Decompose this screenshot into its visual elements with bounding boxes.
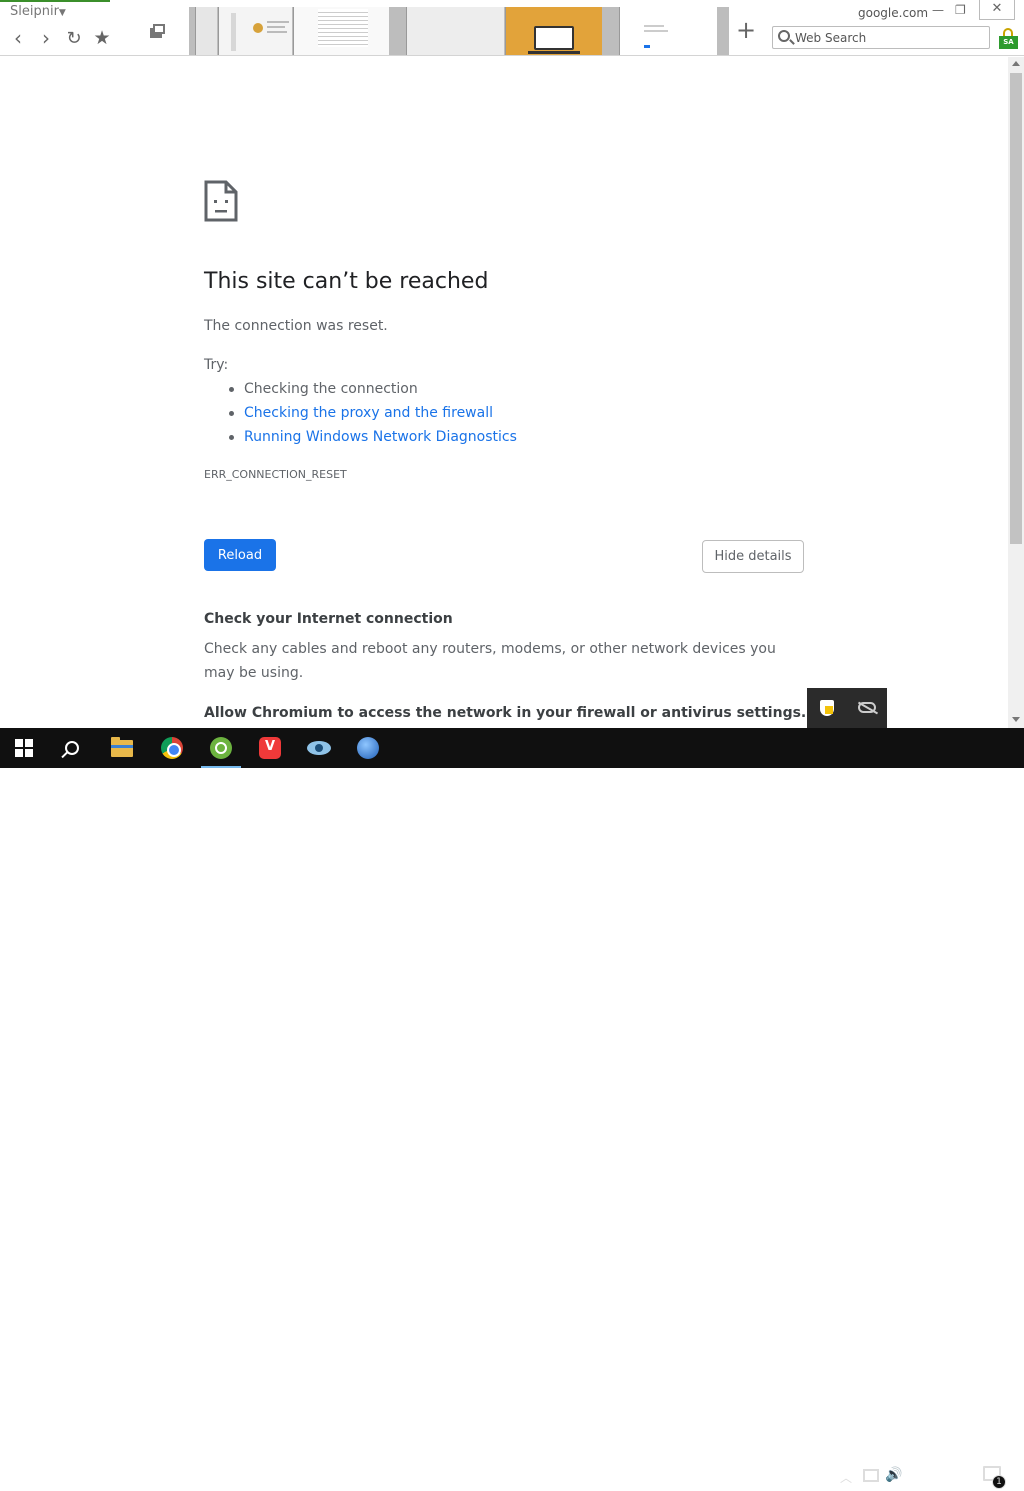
sleipnir-icon xyxy=(210,737,232,759)
eye-icon xyxy=(307,741,331,755)
security-shield-icon[interactable] xyxy=(820,700,834,716)
system-clock[interactable]: 3:19 PM 6/29/2022 xyxy=(906,1459,970,1491)
tab-list-icon-front xyxy=(153,24,165,34)
thumbnail-text-block xyxy=(318,9,368,47)
restore-button[interactable]: ❐ xyxy=(955,3,966,17)
plus-icon: + xyxy=(736,16,757,44)
sad-document-icon xyxy=(204,180,238,222)
page-content: This site can’t be reached The connectio… xyxy=(0,57,1008,728)
page-title: This site can’t be reached xyxy=(204,269,489,294)
taskbar-chrome[interactable] xyxy=(148,728,196,768)
error-code: ERR_CONNECTION_RESET xyxy=(204,468,347,481)
back-button[interactable]: ‹ xyxy=(8,26,28,50)
taskbar: ︿ 🔊 3:19 PM 6/29/2022 1 xyxy=(0,728,1024,1489)
suggestion-item: Checking the connection xyxy=(229,379,517,403)
web-search-box[interactable] xyxy=(772,26,990,49)
taskbar-eye-app[interactable] xyxy=(295,728,343,768)
suggestion-link-proxy-firewall[interactable]: Checking the proxy and the firewall xyxy=(229,403,517,427)
thumbnail-button xyxy=(644,45,650,48)
app-name: Sleipnir xyxy=(10,4,59,19)
bookmark-button[interactable]: ★ xyxy=(92,26,112,50)
thumbnail-graphic xyxy=(253,23,263,33)
laptop-base xyxy=(528,51,580,54)
notification-count-badge: 1 xyxy=(992,1475,1006,1489)
forward-button[interactable]: › xyxy=(36,26,56,50)
windows-logo-pane xyxy=(25,749,33,757)
taskbar-search-button[interactable] xyxy=(48,728,96,768)
thumbnail-sidebar xyxy=(231,13,236,51)
windows-logo-pane xyxy=(15,739,23,747)
current-host: google.com xyxy=(858,6,929,20)
search-icon xyxy=(778,30,790,42)
tab-thumbnail[interactable] xyxy=(406,7,504,55)
reload-icon: ↻ xyxy=(66,27,82,49)
chevron-right-icon: › xyxy=(42,26,50,50)
folder-icon xyxy=(111,736,133,757)
thumbnail-text-line xyxy=(644,30,668,32)
windows-logo-pane xyxy=(15,749,23,757)
vertical-scrollbar[interactable] xyxy=(1008,57,1024,728)
reload-button[interactable]: Reload xyxy=(204,539,276,571)
windows-logo-pane xyxy=(25,739,33,747)
app-menu-button[interactable]: Sleipnir▼ xyxy=(10,4,66,19)
taskbar-sleipnir[interactable] xyxy=(197,728,245,768)
tab-thumbnail-active[interactable] xyxy=(505,7,602,55)
chevron-down-icon: ▼ xyxy=(58,8,66,18)
vivaldi-icon xyxy=(259,737,281,759)
minimize-icon: — xyxy=(932,3,944,17)
close-icon: ✕ xyxy=(991,1,1003,16)
section-heading: Allow Chromium to access the network in … xyxy=(204,705,807,721)
lock-icon xyxy=(1003,28,1013,36)
try-label: Try: xyxy=(204,357,229,373)
tab-thumbnail[interactable] xyxy=(218,7,292,55)
network-icon[interactable] xyxy=(863,1469,879,1482)
new-tab-button[interactable]: + xyxy=(736,18,756,42)
restore-icon: ❐ xyxy=(955,3,966,17)
taskbar-vivaldi[interactable] xyxy=(246,728,294,768)
minimize-button[interactable]: — xyxy=(932,3,944,17)
search-icon xyxy=(65,741,79,755)
suggestion-list: Checking the connection Checking the pro… xyxy=(229,379,517,451)
thumbnail-text-line xyxy=(267,31,287,33)
security-badge-label: SA xyxy=(999,36,1018,49)
tab-list-button[interactable] xyxy=(150,24,168,40)
suggestion-link-network-diagnostics[interactable]: Running Windows Network Diagnostics xyxy=(229,427,517,451)
start-button[interactable] xyxy=(0,728,48,768)
chevron-up-icon[interactable]: ︿ xyxy=(840,1469,852,1486)
onedrive-offline-icon[interactable] xyxy=(858,702,876,713)
thumbnail-text-line xyxy=(267,26,285,28)
loading-progress-bar xyxy=(0,0,110,2)
thumbnail-text-line xyxy=(644,25,664,27)
scroll-up-arrow-icon[interactable] xyxy=(1012,61,1020,66)
error-subtitle: The connection was reset. xyxy=(204,318,388,334)
chrome-icon xyxy=(161,737,183,759)
volume-icon[interactable]: 🔊 xyxy=(885,1467,902,1483)
section-body: Check any cables and reboot any routers,… xyxy=(204,641,776,681)
windows-logo-icon xyxy=(15,739,33,757)
clock-date: 6/29/2022 xyxy=(909,1476,967,1489)
tab-dropdown-indicator xyxy=(645,7,681,21)
close-window-button[interactable]: ✕ xyxy=(979,0,1015,20)
security-badge[interactable]: SA xyxy=(999,28,1019,50)
search-input[interactable] xyxy=(795,29,985,46)
tab-thumbnail[interactable] xyxy=(293,7,389,55)
reload-toolbar-button[interactable]: ↻ xyxy=(64,26,84,50)
star-icon: ★ xyxy=(93,27,111,49)
scrollbar-thumb[interactable] xyxy=(1010,73,1022,544)
tray-overflow-popup xyxy=(807,688,887,728)
clock-time: 3:19 PM xyxy=(915,1460,961,1473)
taskbar-file-explorer[interactable] xyxy=(98,728,146,768)
browser-toolbar: Sleipnir▼ ‹ › ↻ ★ + google.com — ❐ ✕ Web… xyxy=(0,0,1024,56)
chevron-left-icon: ‹ xyxy=(14,26,22,50)
tab-thumbnail[interactable] xyxy=(195,7,217,55)
scroll-down-arrow-icon[interactable] xyxy=(1012,717,1020,722)
section-heading: Check your Internet connection xyxy=(204,611,453,627)
hide-details-button[interactable]: Hide details xyxy=(702,540,804,573)
taskbar-blue-app[interactable] xyxy=(344,728,392,768)
laptop-graphic xyxy=(534,26,574,50)
thumbnail-text-line xyxy=(267,21,289,23)
globe-icon xyxy=(357,737,379,759)
